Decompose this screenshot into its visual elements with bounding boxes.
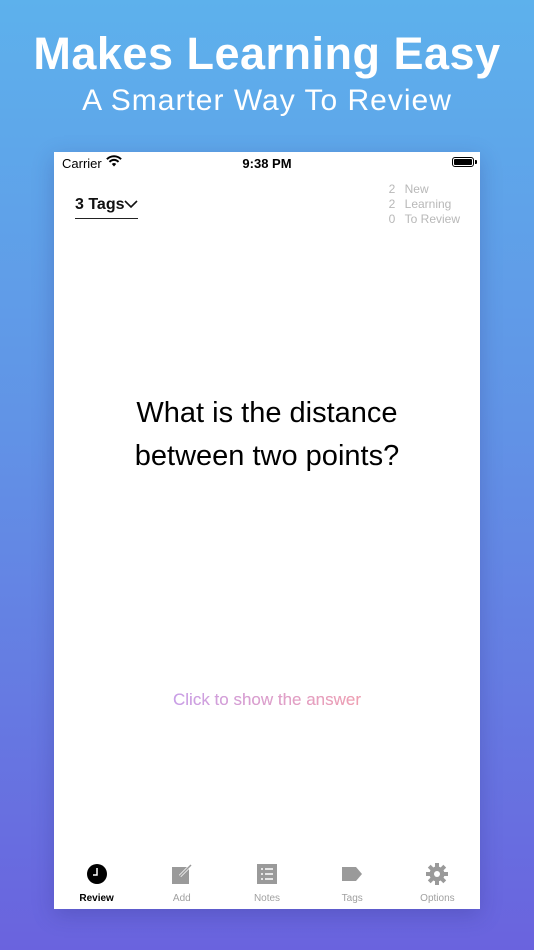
battery-icon xyxy=(452,157,474,167)
tab-add[interactable]: Add xyxy=(139,859,224,909)
phone-screen: Carrier 9:38 PM 3 Tags 2 New 2 Learning … xyxy=(54,152,480,909)
tab-review[interactable]: Review xyxy=(54,859,139,909)
tab-label: Notes xyxy=(253,893,281,904)
stat-count: 2 xyxy=(388,182,396,196)
promo-subheadline: A Smarter Way To Review xyxy=(82,84,452,117)
show-answer-button[interactable]: Click to show the answer xyxy=(54,690,480,710)
stat-count: 2 xyxy=(388,197,396,211)
tags-selector-label: 3 Tags xyxy=(75,196,125,213)
stat-label: To Review xyxy=(404,212,460,226)
chevron-down-icon xyxy=(124,200,138,209)
tag-icon xyxy=(342,867,363,881)
promo-headline: Makes Learning Easy xyxy=(33,28,501,79)
status-bar: Carrier 9:38 PM xyxy=(54,152,480,174)
stat-label: Learning xyxy=(404,197,452,211)
tab-notes[interactable]: Notes xyxy=(224,859,309,909)
stat-to-review: 0 To Review xyxy=(389,212,460,227)
show-answer-label: Click to show the answer xyxy=(172,690,362,709)
stat-count: 0 xyxy=(388,212,396,226)
list-icon xyxy=(257,864,277,884)
edit-icon xyxy=(171,863,192,884)
tab-label: Options xyxy=(420,893,455,904)
stat-new: 2 New xyxy=(389,182,460,197)
tab-options[interactable]: Options xyxy=(395,859,480,909)
tab-bar: Review Add Notes Tags Options xyxy=(54,859,480,909)
review-stats: 2 New 2 Learning 0 To Review xyxy=(389,182,460,227)
card-question: What is the distance between two points? xyxy=(134,397,400,472)
battery-tip xyxy=(475,160,477,164)
stat-label: New xyxy=(404,182,429,196)
status-time: 9:38 PM xyxy=(242,156,292,171)
gear-icon xyxy=(426,863,449,885)
tab-label: Tags xyxy=(341,893,363,904)
tab-label: Add xyxy=(172,893,191,904)
stat-learning: 2 Learning xyxy=(389,197,460,212)
clock-icon xyxy=(86,864,107,884)
tags-selector[interactable]: 3 Tags xyxy=(75,194,138,219)
tab-label: Review xyxy=(79,893,114,904)
tab-tags[interactable]: Tags xyxy=(310,859,395,909)
